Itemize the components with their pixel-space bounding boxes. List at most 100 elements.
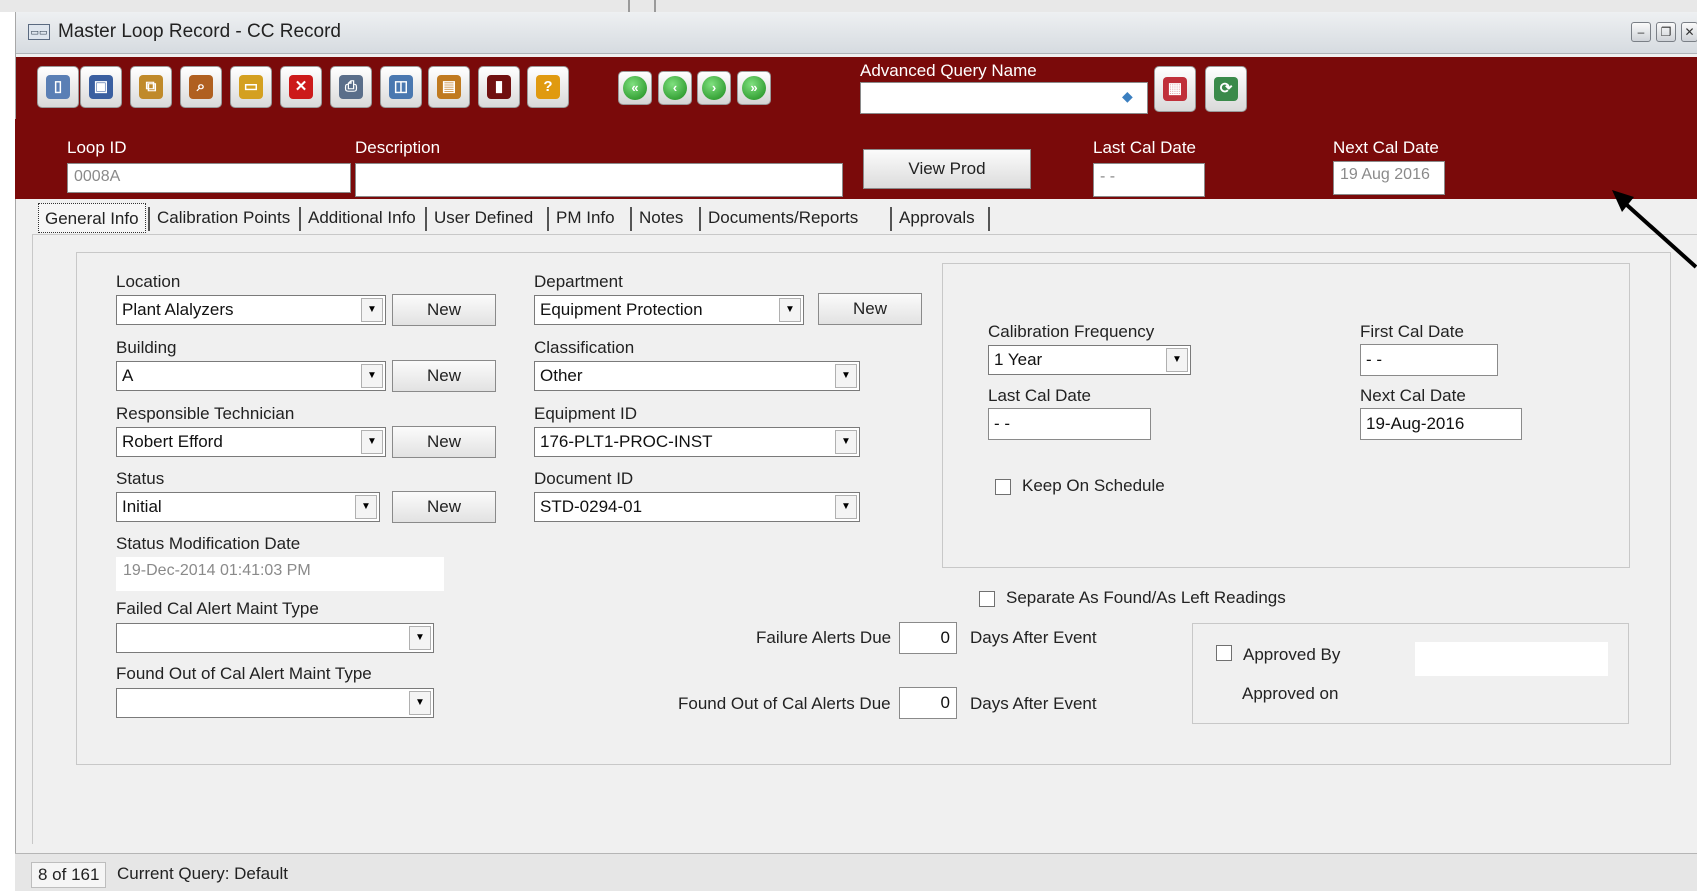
found-out-alert-select[interactable]: ▼ — [116, 688, 434, 718]
loop-id-field[interactable]: 0008A — [67, 163, 351, 193]
keep-on-schedule-label: Keep On Schedule — [1022, 476, 1165, 495]
query-dropdown-icon[interactable]: ◆ — [1122, 88, 1144, 106]
department-label: Department — [534, 272, 623, 291]
report-button[interactable]: ▤ — [428, 66, 470, 108]
tab-pm-info[interactable]: PM Info — [550, 203, 621, 233]
last-cal-date-panel-field[interactable]: - - — [988, 408, 1151, 440]
tab-separator — [890, 207, 892, 231]
chevron-down-icon[interactable]: ▼ — [835, 495, 857, 519]
chevron-down-icon[interactable]: ▼ — [835, 364, 857, 388]
approved-by-checkbox[interactable] — [1216, 645, 1232, 661]
exit-button[interactable]: ▮ — [478, 66, 520, 108]
query-run-icon: ⟳ — [1214, 77, 1238, 101]
chevron-down-icon[interactable]: ▼ — [779, 298, 801, 322]
calibration-frequency-select[interactable]: 1 Year ▼ — [988, 345, 1191, 375]
next-cal-date-field[interactable]: 19 Aug 2016 — [1333, 161, 1445, 195]
description-field[interactable] — [355, 163, 843, 197]
status-select[interactable]: Initial ▼ — [116, 492, 380, 522]
query-report-button[interactable]: ▦ — [1154, 66, 1196, 112]
status-value: Initial — [122, 497, 162, 516]
calibration-frequency-label: Calibration Frequency — [988, 322, 1155, 341]
divider — [628, 0, 630, 12]
new-location-button[interactable]: New — [392, 294, 496, 326]
tab-user-defined[interactable]: User Defined — [428, 203, 539, 233]
query-run-button[interactable]: ⟳ — [1205, 66, 1247, 112]
next-cal-date-panel-field[interactable]: 19-Aug-2016 — [1360, 408, 1522, 440]
copy-record-button[interactable]: ⧉ — [130, 66, 172, 108]
last-cal-date-field[interactable]: - - — [1093, 163, 1205, 197]
found-out-alerts-label: Found Out of Cal Alerts Due — [678, 694, 891, 713]
first-cal-date-field[interactable]: - - — [1360, 344, 1498, 376]
new-building-button[interactable]: New — [392, 360, 496, 392]
new-document-button[interactable]: ▯ — [37, 66, 79, 108]
chevron-down-icon[interactable]: ▼ — [835, 430, 857, 454]
last-record-button[interactable]: » — [737, 71, 771, 105]
new-status-button[interactable]: New — [392, 491, 496, 523]
background-window-strip — [0, 0, 1697, 12]
department-select[interactable]: Equipment Protection ▼ — [534, 295, 804, 325]
next-record-button[interactable]: › — [697, 71, 731, 105]
minimize-button[interactable]: – — [1631, 22, 1651, 42]
separate-readings-checkbox[interactable] — [979, 591, 995, 607]
current-query: Current Query: Default — [117, 864, 289, 883]
print-icon: ⎙ — [339, 75, 363, 99]
tab-approvals[interactable]: Approvals — [893, 203, 981, 233]
chevron-down-icon[interactable]: ▼ — [409, 626, 431, 650]
print-button[interactable]: ⎙ — [330, 66, 372, 108]
location-select[interactable]: Plant Alalyzers ▼ — [116, 295, 386, 325]
tab-calibration-points[interactable]: Calibration Points — [151, 203, 296, 233]
tab-additional-info[interactable]: Additional Info — [302, 203, 422, 233]
close-button[interactable]: ✕ — [1681, 22, 1697, 42]
advanced-query-label: Advanced Query Name — [860, 61, 1037, 80]
print-preview-icon: ◫ — [389, 75, 413, 99]
tab-documents-reports[interactable]: Documents/Reports — [702, 203, 864, 233]
keep-on-schedule-checkbox[interactable] — [995, 479, 1011, 495]
delete-button[interactable]: ✕ — [280, 66, 322, 108]
equipment-id-select[interactable]: 176-PLT1-PROC-INST ▼ — [534, 427, 860, 457]
search-button[interactable]: ⌕ — [180, 66, 222, 108]
first-record-button[interactable]: « — [618, 71, 652, 105]
last-record-icon: » — [742, 76, 766, 100]
found-out-alerts-field[interactable]: 0 — [899, 687, 957, 719]
tab-general-info[interactable]: General Info — [38, 203, 146, 233]
tab-separator — [547, 207, 549, 231]
previous-record-button[interactable]: ‹ — [658, 71, 692, 105]
help-icon: ? — [536, 75, 560, 99]
building-select[interactable]: A ▼ — [116, 361, 386, 391]
failure-alerts-field[interactable]: 0 — [899, 622, 957, 654]
chevron-down-icon[interactable]: ▼ — [361, 364, 383, 388]
chevron-down-icon[interactable]: ▼ — [1166, 348, 1188, 372]
new-department-button[interactable]: New — [818, 293, 922, 325]
description-label: Description — [355, 138, 441, 157]
chevron-down-icon[interactable]: ▼ — [361, 430, 383, 454]
save-button[interactable]: ▣ — [80, 66, 122, 108]
help-button[interactable]: ? — [527, 66, 569, 108]
last-cal-date-panel-label: Last Cal Date — [988, 386, 1091, 405]
failed-alert-select[interactable]: ▼ — [116, 623, 434, 653]
tab-notes[interactable]: Notes — [633, 203, 689, 233]
next-cal-date-panel-label: Next Cal Date — [1360, 386, 1466, 405]
chevron-down-icon[interactable]: ▼ — [355, 495, 377, 519]
open-folder-button[interactable]: ▭ — [230, 66, 272, 108]
classification-select[interactable]: Other ▼ — [534, 361, 860, 391]
document-id-value: STD-0294-01 — [540, 497, 643, 516]
advanced-query-field[interactable] — [860, 82, 1148, 114]
location-value: Plant Alalyzers — [122, 300, 234, 319]
tab-separator — [988, 207, 990, 231]
record-header: Loop ID 0008A Description View Prod Last… — [15, 119, 1697, 199]
document-id-select[interactable]: STD-0294-01 ▼ — [534, 492, 860, 522]
chevron-down-icon[interactable]: ▼ — [409, 691, 431, 715]
building-label: Building — [116, 338, 177, 357]
open-folder-icon: ▭ — [239, 75, 263, 99]
technician-select[interactable]: Robert Efford ▼ — [116, 427, 386, 457]
chevron-down-icon[interactable]: ▼ — [361, 298, 383, 322]
new-technician-button[interactable]: New — [392, 426, 496, 458]
status-bar: 8 of 161 Current Query: Default — [15, 853, 1697, 891]
view-prod-button[interactable]: View Prod — [863, 149, 1031, 189]
print-preview-button[interactable]: ◫ — [380, 66, 422, 108]
copy-record-icon: ⧉ — [139, 75, 163, 99]
department-value: Equipment Protection — [540, 300, 703, 319]
calibration-frequency-value: 1 Year — [994, 350, 1043, 369]
restore-button[interactable]: ❐ — [1656, 22, 1676, 42]
approved-on-label: Approved on — [1242, 684, 1339, 703]
